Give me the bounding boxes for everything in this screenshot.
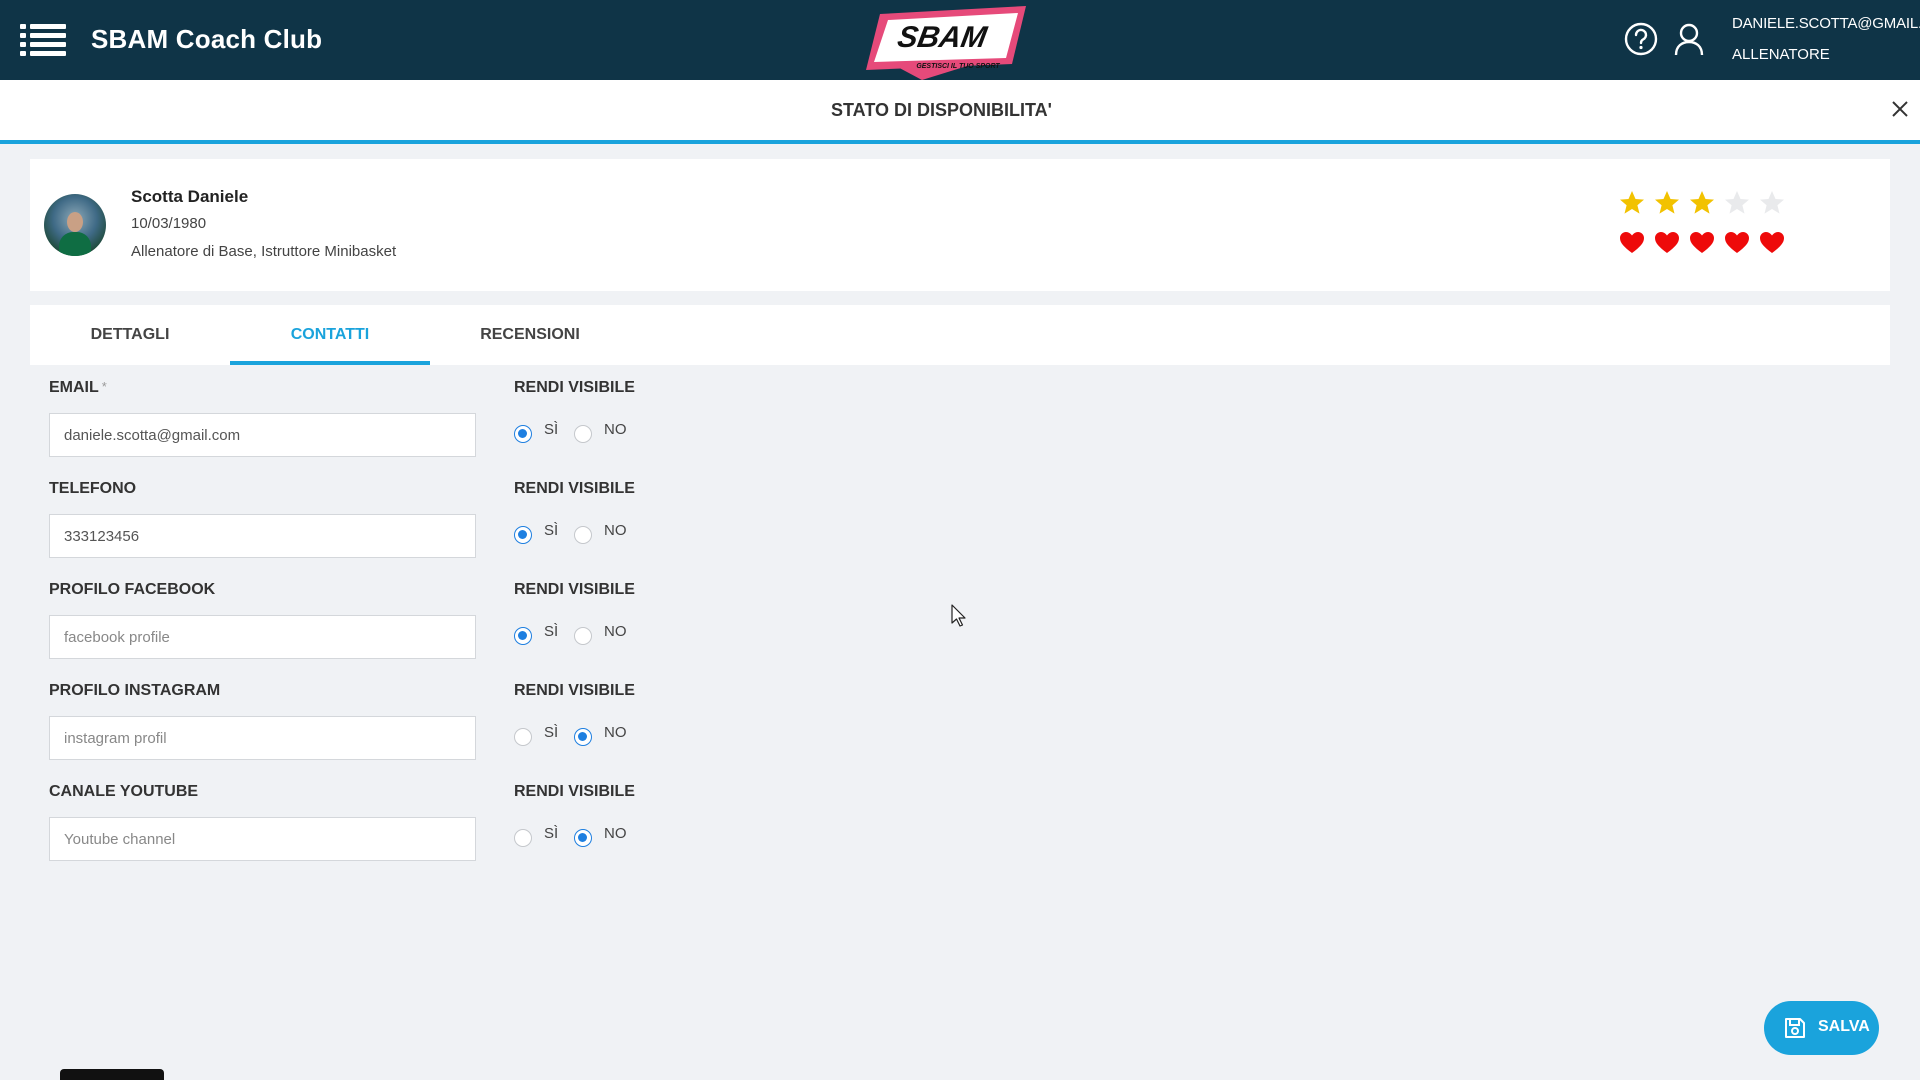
profile-birth-date: 10/03/1980 (131, 215, 207, 232)
profile-card: Scotta Daniele 10/03/1980 Allenatore di … (30, 159, 1890, 291)
user-icon[interactable] (1673, 22, 1705, 56)
phone-label: TELEFONO (49, 480, 137, 497)
email-label: EMAIL * (49, 379, 107, 396)
save-icon (1785, 1018, 1805, 1038)
yes-label: SÌ (544, 421, 559, 438)
instagram-field[interactable] (49, 716, 476, 760)
sbam-logo[interactable]: SBAM GESTISCI IL TUO SPORT (862, 4, 1030, 80)
heart-icon (1760, 232, 1784, 253)
facebook-visible-no-radio[interactable] (574, 627, 592, 645)
heart-icon (1620, 232, 1644, 253)
tab-recensioni[interactable]: RECENSIONI (430, 305, 630, 365)
facebook-visibility-label: RENDI VISIBILE (514, 581, 635, 598)
phone-visible-no-radio[interactable] (574, 526, 592, 544)
no-label: NO (604, 522, 627, 539)
youtube-label: CANALE YOUTUBE (49, 783, 199, 800)
yes-label: SÌ (544, 623, 559, 640)
no-label: NO (604, 623, 627, 640)
required-mark: * (101, 379, 107, 394)
profile-name: Scotta Daniele (131, 187, 249, 206)
yes-label: SÌ (544, 724, 559, 741)
star-icon (1620, 191, 1644, 214)
phone-visible-yes-radio[interactable] (514, 526, 532, 544)
bottom-edge-tab (60, 1069, 164, 1080)
tab-contatti[interactable]: CONTATTI (230, 305, 430, 365)
logo-text: SBAM (895, 21, 990, 54)
tab-dettagli[interactable]: DETTAGLI (30, 305, 230, 365)
star-icon (1690, 191, 1714, 214)
email-visibility-label: RENDI VISIBILE (514, 379, 635, 396)
no-label: NO (604, 724, 627, 741)
email-visible-yes-radio[interactable] (514, 425, 532, 443)
close-icon[interactable] (1891, 100, 1909, 118)
save-button[interactable]: SALVA (1764, 1001, 1879, 1055)
page-title: STATO DI DISPONIBILITA' (831, 100, 1052, 120)
yes-label: SÌ (544, 522, 559, 539)
no-label: NO (604, 421, 627, 438)
instagram-visible-no-radio[interactable] (574, 728, 592, 746)
phone-visibility-label: RENDI VISIBILE (514, 480, 635, 497)
avatar (44, 194, 106, 256)
email-field[interactable] (49, 413, 476, 457)
profile-roles: Allenatore di Base, Istruttore Minibaske… (131, 243, 397, 260)
page-subheader: STATO DI DISPONIBILITA' (0, 80, 1920, 144)
email-visible-no-radio[interactable] (574, 425, 592, 443)
logo-tagline: GESTISCI IL TUO SPORT (916, 63, 1000, 70)
hamburger-menu-icon[interactable] (20, 24, 66, 56)
heart-icon (1655, 232, 1679, 253)
user-role: ALLENATORE (1732, 46, 1830, 63)
instagram-visible-yes-radio[interactable] (514, 728, 532, 746)
phone-field[interactable] (49, 514, 476, 558)
no-label: NO (604, 825, 627, 842)
save-label: SALVA (1818, 1018, 1870, 1035)
mouse-cursor-icon (951, 604, 966, 627)
star-icon (1760, 191, 1784, 214)
youtube-visible-yes-radio[interactable] (514, 829, 532, 847)
top-bar: SBAM Coach Club SBAM GESTISCI IL TUO SPO… (0, 0, 1920, 80)
heart-icon (1725, 232, 1749, 253)
tab-bar: DETTAGLI CONTATTI RECENSIONI (30, 305, 1890, 365)
star-icon (1725, 191, 1749, 214)
app-title: SBAM Coach Club (91, 24, 323, 54)
facebook-label: PROFILO FACEBOOK (49, 581, 216, 598)
instagram-visibility-label: RENDI VISIBILE (514, 682, 635, 699)
facebook-visible-yes-radio[interactable] (514, 627, 532, 645)
yes-label: SÌ (544, 825, 559, 842)
instagram-label: PROFILO INSTAGRAM (49, 682, 221, 699)
user-email: DANIELE.SCOTTA@GMAIL.COM (1732, 15, 1920, 32)
facebook-field[interactable] (49, 615, 476, 659)
youtube-field[interactable] (49, 817, 476, 861)
help-circle-icon[interactable] (1624, 22, 1658, 56)
star-icon (1655, 191, 1679, 214)
youtube-visibility-label: RENDI VISIBILE (514, 783, 635, 800)
heart-icon (1690, 232, 1714, 253)
youtube-visible-no-radio[interactable] (574, 829, 592, 847)
